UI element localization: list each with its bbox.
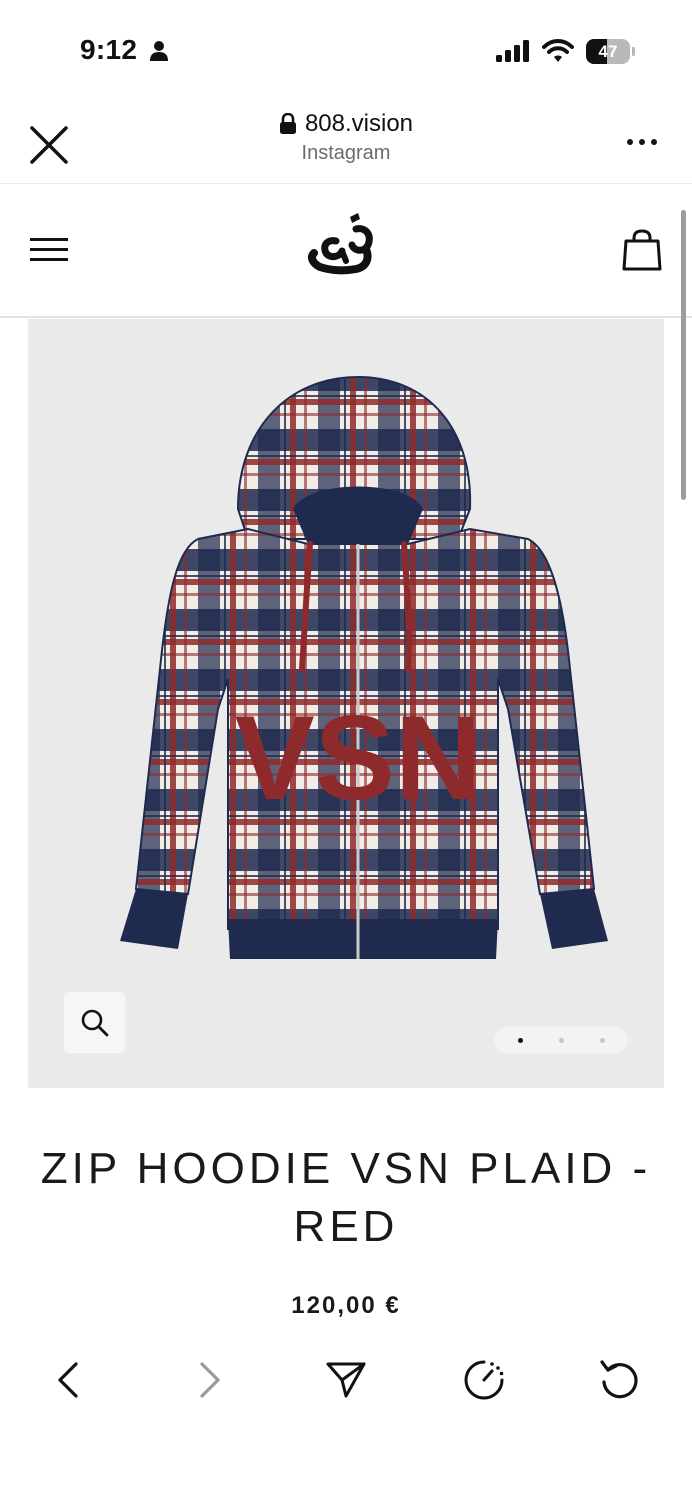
status-bar: 9:12 47: [0, 0, 692, 100]
product-price: 120,00 €: [291, 1292, 401, 1319]
more-dot: [651, 139, 657, 145]
battery-tip: [632, 47, 635, 56]
in-app-browser-bar: 808.vision Instagram: [0, 100, 692, 184]
shopping-bag-icon[interactable]: [622, 229, 662, 271]
hoodie-print-text: VSN: [235, 691, 482, 825]
battery-body: 47: [586, 39, 630, 64]
url-line: 808.vision: [196, 108, 496, 140]
back-icon[interactable]: [48, 1358, 92, 1402]
cellular-signal-icon: [496, 40, 529, 62]
slide-dot[interactable]: [558, 1037, 564, 1043]
slide-dot[interactable]: [517, 1037, 523, 1043]
address-area[interactable]: 808.vision Instagram: [196, 108, 496, 165]
share-icon[interactable]: [324, 1358, 368, 1402]
magnifier-icon: [81, 1009, 108, 1036]
lock-icon: [279, 113, 296, 134]
product-title: ZIP HOODIE VSN PLAID - RED: [40, 1144, 652, 1251]
product-gallery[interactable]: VSN: [28, 319, 664, 1088]
plaid-zip-hoodie-photo[interactable]: VSN: [78, 369, 618, 959]
slide-indicator[interactable]: [494, 1027, 628, 1053]
site-header: [0, 185, 692, 318]
browser-toolbar: [0, 1340, 692, 1420]
battery-icon: 47: [586, 39, 635, 64]
close-icon[interactable]: [26, 122, 72, 168]
person-icon: [150, 41, 168, 61]
brand-logo[interactable]: [306, 211, 386, 285]
more-icon[interactable]: [622, 130, 662, 154]
more-dot: [639, 139, 645, 145]
zoom-button[interactable]: [64, 992, 125, 1053]
browser-subtitle: Instagram: [301, 142, 391, 164]
forward-icon[interactable]: [186, 1358, 230, 1402]
url-text: 808.vision: [304, 110, 414, 137]
slide-dot[interactable]: [599, 1037, 605, 1043]
battery-level: 47: [598, 42, 618, 61]
wifi-icon: [542, 39, 574, 62]
reload-icon[interactable]: [598, 1358, 642, 1402]
more-dot: [627, 139, 633, 145]
status-time: 9:12: [80, 34, 138, 65]
dashed-timer-icon[interactable]: [462, 1358, 506, 1402]
page-scrollbar[interactable]: [681, 210, 686, 500]
hamburger-menu-icon[interactable]: [30, 235, 68, 265]
